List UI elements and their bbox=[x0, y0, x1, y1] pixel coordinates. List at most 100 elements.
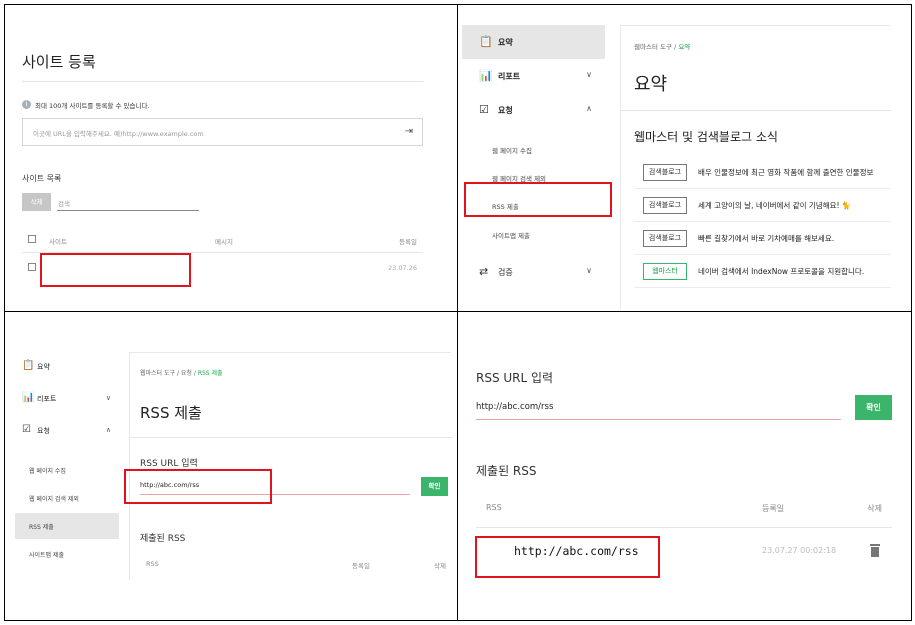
chevron-down-icon: ∨ bbox=[105, 394, 111, 402]
sidebar-subitem-rss-submit[interactable]: RSS 제출 bbox=[15, 513, 119, 539]
news-tag: 검색블로그 bbox=[643, 230, 687, 247]
news-item[interactable]: 검색블로그 세계 고양이의 날, 네이버에서 같이 기념해요! 🐈 bbox=[634, 189, 891, 222]
page-title: RSS 제출 bbox=[140, 404, 202, 422]
rss-submit-zoom-panel: RSS URL 입력 http://abc.com/rss 확인 제출된 RSS… bbox=[458, 312, 911, 620]
row-checkbox[interactable] bbox=[28, 263, 36, 271]
sidebar-subitem-sitemap-submit[interactable]: 사이트맵 제출 bbox=[15, 541, 119, 567]
sidebar-item-summary[interactable]: 📋 요약 bbox=[462, 25, 605, 59]
sidebar-item-label: 요약 bbox=[37, 363, 50, 371]
breadcrumb-root[interactable]: 웹마스터 도구 bbox=[634, 43, 672, 51]
breadcrumb-separator: / bbox=[674, 43, 677, 51]
rss-url-value: http://abc.com/rss bbox=[140, 481, 200, 489]
breadcrumb-separator: / bbox=[193, 370, 196, 377]
site-search-input[interactable]: 검색 bbox=[57, 193, 199, 211]
news-tag: 검색블로그 bbox=[643, 197, 687, 214]
column-rss: RSS bbox=[146, 560, 159, 568]
column-rss: RSS bbox=[486, 503, 502, 512]
sidebar-item-label: 리포트 bbox=[498, 72, 521, 81]
table-row: 23.07.26 bbox=[22, 257, 423, 279]
column-message: 메시지 bbox=[215, 238, 233, 246]
delete-button[interactable]: 삭제 bbox=[22, 193, 51, 211]
column-date: 등록일 bbox=[762, 504, 785, 513]
rss-table-header: RSS 등록일 삭제 bbox=[476, 498, 892, 528]
summary-panel: 📋 요약 📊 리포트 ∨ ☑ 요청 ∧ 웹 페이지 수집 웹 페이지 검색 제외… bbox=[458, 5, 911, 310]
breadcrumb-root[interactable]: 웹마스터 도구 bbox=[140, 370, 175, 377]
rss-url-label: RSS URL 입력 bbox=[476, 371, 554, 385]
sidebar-item-label: 요청 bbox=[37, 427, 50, 435]
breadcrumb-mid[interactable]: 요청 bbox=[181, 370, 192, 377]
enter-icon[interactable]: ⇥ bbox=[405, 126, 413, 137]
breadcrumb: 웹마스터 도구 / 요약 bbox=[634, 41, 690, 51]
trash-lid bbox=[870, 544, 880, 546]
site-table-header: 사이트 메시지 등록일 bbox=[22, 231, 423, 253]
column-delete: 삭제 bbox=[867, 504, 882, 513]
chevron-down-icon: ∨ bbox=[586, 70, 592, 79]
row-rss-url: http://abc.com/rss bbox=[514, 544, 639, 558]
breadcrumb-current: 요약 bbox=[678, 43, 691, 51]
rss-url-input[interactable]: http://abc.com/rss bbox=[140, 475, 410, 495]
site-registration-panel: 사이트 등록 i 최대 100개 사이트를 등록할 수 있습니다. 이곳에 UR… bbox=[5, 5, 456, 310]
sync-icon: ⇄ bbox=[479, 265, 489, 278]
sidebar-item-request[interactable]: ☑ 요청 ∧ bbox=[15, 416, 119, 446]
breadcrumb-current: RSS 제출 bbox=[197, 370, 223, 377]
sidebar-subitem-rss-submit[interactable]: RSS 제출 bbox=[492, 201, 519, 211]
main-content: 웹마스터 도구 / 요약 요약 웹마스터 및 검색블로그 소식 검색블로그 배우… bbox=[620, 25, 891, 310]
rss-url-label: RSS URL 입력 bbox=[140, 459, 198, 469]
rss-url-input[interactable]: http://abc.com/rss bbox=[476, 396, 841, 420]
sidebar-subitem-page-collect[interactable]: 웹 페이지 수집 bbox=[15, 457, 119, 483]
sidebar-subitem-sitemap-submit[interactable]: 사이트맵 제출 bbox=[492, 230, 530, 240]
news-item[interactable]: 검색블로그 배우 인물정보에 최근 영화 작품에 함께 출연한 인물정보 bbox=[634, 156, 891, 189]
title-divider bbox=[22, 81, 423, 82]
chart-icon: 📊 bbox=[22, 392, 35, 403]
chevron-up-icon: ∧ bbox=[105, 426, 111, 434]
select-all-checkbox[interactable] bbox=[28, 235, 36, 243]
table-row: http://abc.com/rss 23.07.27 00:02:18 bbox=[476, 530, 892, 574]
chart-icon: 📊 bbox=[479, 69, 493, 82]
row-date: 23.07.26 bbox=[388, 264, 417, 272]
sidebar-item-report[interactable]: 📊 리포트 ∨ bbox=[15, 384, 119, 414]
chevron-down-icon: ∨ bbox=[586, 266, 592, 275]
chevron-up-icon: ∧ bbox=[586, 104, 592, 113]
sidebar-item-report[interactable]: 📊 리포트 ∨ bbox=[462, 59, 605, 93]
confirm-button[interactable]: 확인 bbox=[421, 477, 448, 496]
news-text[interactable]: 배우 인물정보에 최근 영화 작품에 함께 출연한 인물정보 bbox=[698, 167, 873, 178]
sidebar-item-verify[interactable]: ⇄ 검증 ∨ bbox=[462, 255, 605, 289]
page-title: 요약 bbox=[634, 74, 668, 95]
sidebar: 📋 요약 📊 리포트 ∨ ☑ 요청 ∧ 웹 페이지 수집 웹 페이지 검색 제외… bbox=[15, 352, 119, 580]
title-divider bbox=[130, 437, 452, 438]
info-text: 최대 100개 사이트를 등록할 수 있습니다. bbox=[35, 102, 150, 110]
news-item[interactable]: 검색블로그 빠른 길찾기에서 바로 기차예매를 해보세요. bbox=[634, 222, 891, 255]
sidebar-item-request[interactable]: ☑ 요청 ∧ bbox=[462, 93, 605, 127]
submitted-rss-title: 제출된 RSS bbox=[140, 534, 186, 544]
column-date: 등록일 bbox=[352, 562, 370, 570]
news-text[interactable]: 세계 고양이의 날, 네이버에서 같이 기념해요! 🐈 bbox=[698, 200, 851, 211]
sidebar-item-summary[interactable]: 📋 요약 bbox=[15, 352, 119, 382]
info-icon: i bbox=[22, 100, 31, 109]
news-item[interactable]: 웹마스터 네이버 검색에서 IndexNow 프로토콜을 지원합니다. bbox=[634, 255, 891, 288]
news-text[interactable]: 네이버 검색에서 IndexNow 프로토콜을 지원합니다. bbox=[698, 266, 864, 277]
column-delete: 삭제 bbox=[434, 562, 446, 570]
breadcrumb: 웹마스터 도구 / 요청 / RSS 제출 bbox=[140, 368, 223, 377]
column-site: 사이트 bbox=[49, 238, 67, 246]
sidebar-subitem-page-collect[interactable]: 웹 페이지 수집 bbox=[492, 145, 532, 155]
sidebar: 📋 요약 📊 리포트 ∨ ☑ 요청 ∧ 웹 페이지 수집 웹 페이지 검색 제외… bbox=[462, 25, 605, 310]
submitted-rss-title: 제출된 RSS bbox=[476, 464, 537, 478]
row-date: 23.07.27 00:02:18 bbox=[762, 546, 837, 555]
news-section-title: 웹마스터 및 검색블로그 소식 bbox=[634, 130, 778, 144]
column-date: 등록일 bbox=[399, 238, 417, 246]
trash-icon[interactable] bbox=[870, 544, 880, 557]
search-placeholder: 검색 bbox=[58, 200, 70, 208]
site-url-input[interactable]: 이곳에 URL을 입력해주세요. 예)http://www.example.co… bbox=[22, 118, 423, 146]
sidebar-subitem-label: 사이트맵 제출 bbox=[29, 552, 65, 559]
sidebar-subitem-page-exclude[interactable]: 웹 페이지 검색 제외 bbox=[15, 485, 119, 511]
confirm-button[interactable]: 확인 bbox=[855, 395, 892, 420]
site-url-placeholder: 이곳에 URL을 입력해주세요. 예)http://www.example.co… bbox=[33, 130, 204, 138]
news-text[interactable]: 빠른 길찾기에서 바로 기차예매를 해보세요. bbox=[698, 233, 834, 244]
sidebar-subitem-label: 웹 페이지 수집 bbox=[29, 468, 66, 475]
clipboard-icon: 📋 bbox=[479, 35, 493, 48]
title-divider bbox=[621, 110, 891, 111]
news-tag: 웹마스터 bbox=[643, 263, 687, 280]
news-tag: 검색블로그 bbox=[643, 164, 687, 181]
sidebar-subitem-page-exclude[interactable]: 웹 페이지 검색 제외 bbox=[492, 173, 546, 183]
sidebar-item-label: 요약 bbox=[498, 38, 513, 47]
